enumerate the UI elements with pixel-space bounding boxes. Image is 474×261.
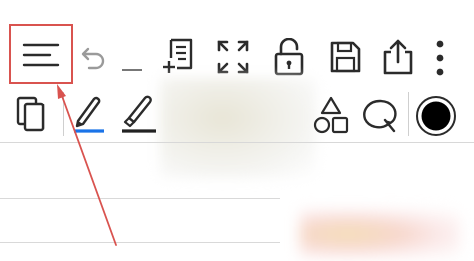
add-page-button[interactable] bbox=[162, 38, 194, 74]
toolbar-divider bbox=[63, 92, 64, 136]
toolbar-border bbox=[0, 142, 474, 143]
highlight-box bbox=[9, 24, 73, 84]
pages-icon bbox=[16, 96, 45, 132]
share-icon bbox=[383, 39, 413, 75]
redo-placeholder-icon bbox=[122, 69, 142, 71]
color-picker[interactable] bbox=[414, 94, 458, 138]
pen-icon bbox=[74, 96, 104, 133]
unlock-icon bbox=[274, 38, 304, 76]
undo-button[interactable] bbox=[80, 42, 108, 70]
more-vertical-icon bbox=[436, 40, 444, 76]
color-swatch-icon bbox=[416, 96, 456, 136]
app-canvas bbox=[0, 0, 474, 261]
redo-button[interactable] bbox=[122, 60, 142, 72]
floppy-disk-icon bbox=[330, 41, 361, 73]
save-button[interactable] bbox=[329, 40, 361, 74]
ruled-line bbox=[0, 198, 280, 199]
ruled-line bbox=[0, 242, 280, 243]
lasso-tool[interactable] bbox=[361, 96, 399, 136]
share-button[interactable] bbox=[381, 38, 415, 76]
lasso-icon bbox=[363, 99, 397, 133]
fullscreen-button[interactable] bbox=[217, 40, 249, 74]
shapes-tool[interactable] bbox=[313, 96, 349, 136]
undo-icon bbox=[81, 47, 105, 70]
pen-tool[interactable] bbox=[72, 92, 106, 134]
highlighter-icon bbox=[122, 95, 156, 133]
add-page-icon bbox=[163, 38, 193, 73]
blurred-region bbox=[160, 78, 316, 178]
shapes-icon bbox=[313, 96, 349, 134]
lock-button[interactable] bbox=[274, 38, 304, 76]
more-options-button[interactable] bbox=[432, 38, 448, 78]
highlighter-tool[interactable] bbox=[120, 92, 158, 134]
page-layers-button[interactable] bbox=[16, 96, 46, 136]
blurred-region bbox=[300, 210, 460, 258]
fullscreen-icon bbox=[217, 40, 249, 74]
toolbar-divider bbox=[408, 92, 409, 136]
